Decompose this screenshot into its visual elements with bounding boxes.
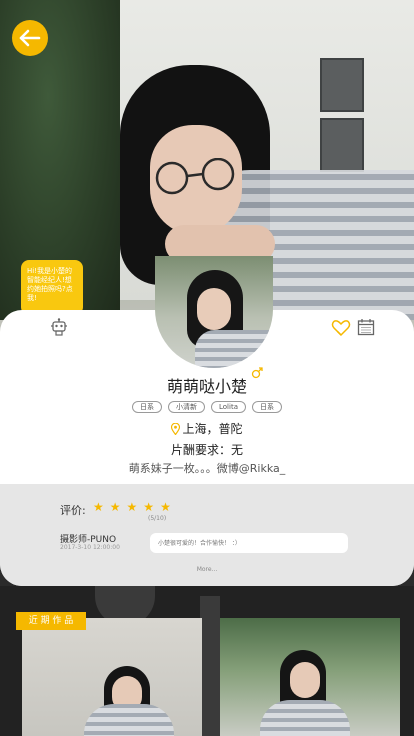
hero-ac-unit	[320, 58, 364, 112]
tag[interactable]: 小清新	[168, 401, 205, 413]
fee-requirement: 片酬要求：无	[170, 443, 243, 457]
location-pin-icon	[171, 423, 181, 435]
back-arrow-icon	[19, 29, 41, 47]
work-thumbnail[interactable]	[220, 618, 400, 736]
profile-bio: 萌系妹子一枚。。。微博@Rikka_	[128, 462, 286, 475]
back-button[interactable]	[12, 20, 48, 56]
female-icon	[251, 367, 263, 379]
work-model-shirt	[84, 704, 174, 736]
star-icon: ★	[93, 500, 104, 514]
hero-ac-unit	[320, 118, 364, 172]
agent-bubble[interactable]: Hi!我是小楚的智能经纪人!想约她拍照吗?点我!	[21, 260, 83, 315]
tag[interactable]: 日系	[251, 401, 282, 413]
recent-works-title: 近 期 作 品	[16, 612, 86, 630]
star-icon: ★	[109, 500, 121, 514]
work-thumbnail[interactable]	[22, 618, 202, 736]
work-model-face	[290, 662, 320, 698]
agent-bubble-text: Hi!我是小楚的智能经纪人!想约她拍照吗?点我!	[27, 267, 73, 302]
review-time: 2017-3-10 12:00:00	[60, 544, 120, 551]
heart-icon[interactable]	[331, 318, 351, 338]
tag[interactable]: Lolita	[211, 401, 246, 413]
avatar-face	[197, 288, 231, 330]
location-line: 上海，普陀	[0, 420, 414, 437]
review-comment: 小楚很可爱的！合作愉快！ ：）	[150, 533, 348, 553]
robot-icon[interactable]	[50, 318, 68, 336]
avatar-shirt	[195, 330, 273, 368]
calendar-icon[interactable]	[357, 318, 375, 336]
rating-score: (5/10)	[148, 515, 167, 522]
tag[interactable]: 日系	[132, 401, 162, 413]
star-icon: ★	[126, 500, 138, 514]
more-reviews-link[interactable]: More...	[0, 566, 414, 573]
background-shape	[200, 596, 220, 736]
star-icon: ★	[160, 500, 171, 514]
work-model-shirt	[260, 700, 350, 736]
profile-name: 萌萌哒小楚	[166, 377, 247, 396]
rating-label: 评价:	[60, 504, 86, 517]
star-icon: ★	[143, 500, 155, 514]
tag-list: 日系 小清新 Lolita 日系	[0, 401, 414, 413]
avatar[interactable]	[155, 256, 273, 368]
location-text: 上海，普陀	[182, 422, 243, 436]
hero-glasses	[155, 158, 235, 195]
rating-stars: ★ ★ ★ ★ ★	[93, 500, 171, 514]
